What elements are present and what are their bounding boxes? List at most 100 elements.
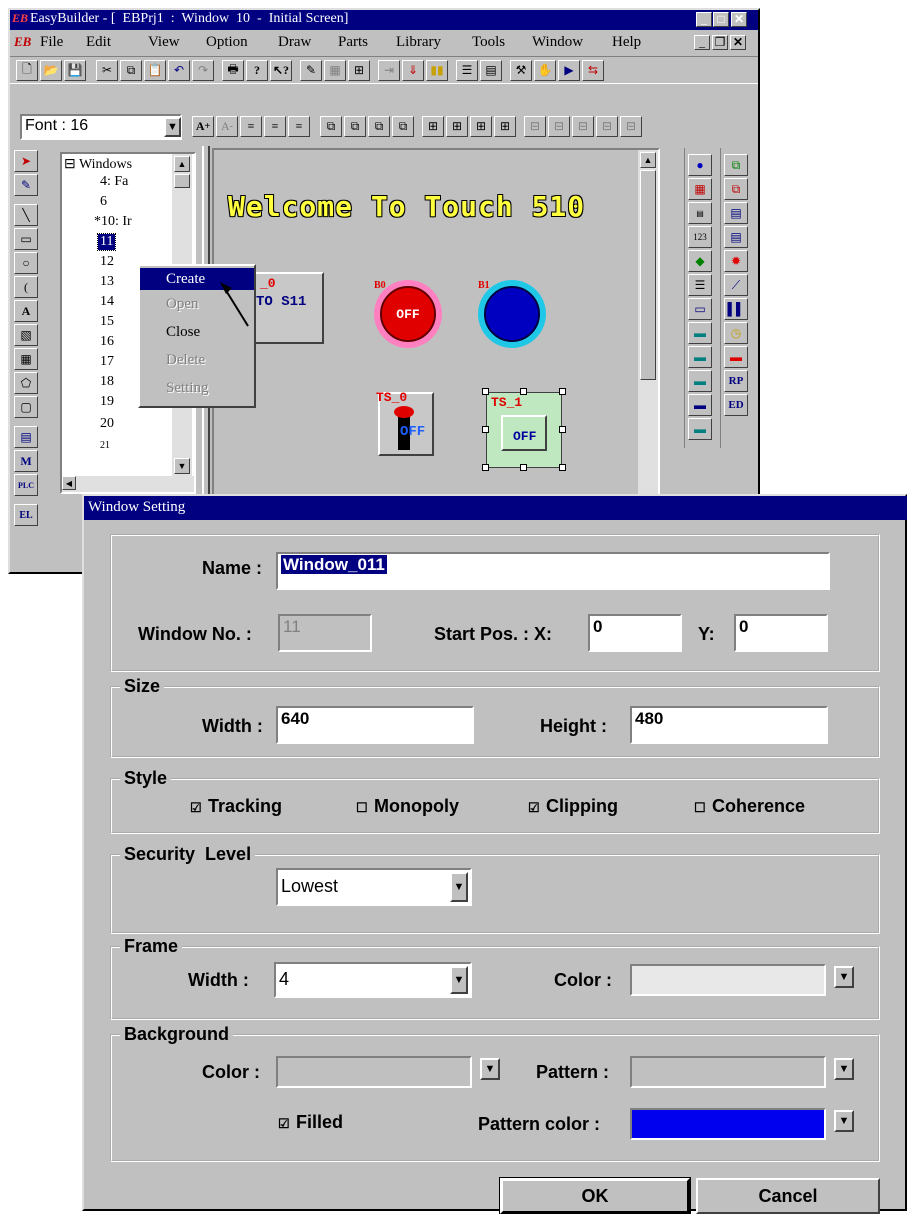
menu-help[interactable]: Help (612, 34, 641, 51)
size-icon[interactable]: ⊟ (572, 116, 594, 137)
clipping-checkbox[interactable]: ☑ Clipping (528, 796, 618, 817)
menu-edit[interactable]: Edit (86, 34, 111, 51)
font-select[interactable]: Font : 16 (20, 114, 182, 140)
minimize-button[interactable]: _ (696, 12, 712, 27)
menu-file[interactable]: File (40, 34, 63, 51)
doc-close-button[interactable]: ✕ (730, 35, 746, 50)
pattern-color-dropdown-button[interactable]: ▼ (834, 1110, 854, 1132)
goto-button[interactable]: _0 TO S11 (254, 272, 324, 344)
tree-item[interactable]: 6 (100, 194, 107, 210)
selection-handle[interactable] (559, 426, 566, 433)
merge-icon[interactable]: ⊞ (470, 116, 492, 137)
backward-icon[interactable]: ⧉ (392, 116, 414, 137)
send-back-icon[interactable]: ⧉ (344, 116, 366, 137)
bit-lamp-1[interactable]: B1 (478, 280, 546, 348)
pencil-icon[interactable]: ✎ (300, 60, 322, 81)
maximize-button[interactable]: □ (713, 12, 729, 27)
selection-handle[interactable] (482, 426, 489, 433)
cancel-button[interactable]: Cancel (696, 1178, 880, 1214)
numeric-input-icon[interactable]: 123 (688, 226, 712, 248)
height-field[interactable]: 480 (630, 706, 828, 744)
function-key-icon[interactable]: ▤ (724, 202, 748, 224)
library-icon[interactable]: ▮▮ (426, 60, 448, 81)
context-help-icon[interactable]: ↖? (270, 60, 292, 81)
compile-icon[interactable]: ⇥ (378, 60, 400, 81)
selection-handle[interactable] (559, 464, 566, 471)
word-lamp-icon[interactable]: ▦ (688, 178, 712, 200)
hammer-icon[interactable]: ⚒ (510, 60, 532, 81)
bar-graph-icon[interactable]: ▌▌ (724, 298, 748, 320)
grid-icon[interactable]: ▦ (324, 60, 346, 81)
context-item-setting[interactable]: Setting (140, 380, 254, 397)
xy-plot-icon[interactable]: ⟋ (724, 274, 748, 296)
tool-icon[interactable]: ✎ (14, 174, 38, 196)
same-height-icon[interactable]: ⊟ (620, 116, 642, 137)
coherence-checkbox[interactable]: ☐ Coherence (694, 796, 805, 817)
font-shrink-icon[interactable]: A- (216, 116, 238, 137)
forward-icon[interactable]: ⧉ (368, 116, 390, 137)
filled-checkbox[interactable]: ☑ Filled (278, 1112, 343, 1133)
tree-item[interactable]: 14 (100, 294, 114, 310)
alarm-bar-icon[interactable]: ▬ (688, 418, 712, 440)
new-icon[interactable]: 🗋 (16, 60, 38, 81)
close-button[interactable]: ✕ (731, 12, 747, 27)
security-dropdown-button[interactable]: ▼ (450, 872, 468, 902)
simulate-icon[interactable]: ▶ (558, 60, 580, 81)
menu-view[interactable]: View (148, 34, 180, 51)
ok-button[interactable]: OK (499, 1177, 691, 1214)
tree-item[interactable]: 16 (100, 334, 114, 350)
bar-icon[interactable]: ▬ (688, 370, 712, 392)
circle-icon[interactable]: ○ (14, 252, 38, 274)
rp-icon[interactable]: RP (724, 370, 748, 392)
cut-icon[interactable]: ✂ (96, 60, 118, 81)
tree-item[interactable]: 15 (100, 314, 114, 330)
menu-option[interactable]: Option (206, 34, 248, 51)
pointer-icon[interactable]: ➤ (14, 150, 38, 172)
rectangle-icon[interactable]: ▭ (14, 228, 38, 250)
security-select[interactable]: Lowest (276, 868, 472, 906)
pattern-color-swatch[interactable] (630, 1108, 826, 1140)
tracking-checkbox[interactable]: ☑ Tracking (190, 796, 282, 817)
memo-icon[interactable]: ▤ (14, 426, 38, 448)
align-right-icon[interactable]: ≡ (288, 116, 310, 137)
bring-front-icon[interactable]: ⧉ (320, 116, 342, 137)
monopoly-checkbox[interactable]: ☐ Monopoly (356, 796, 459, 817)
undo-icon[interactable]: ↶ (168, 60, 190, 81)
copy-icon[interactable]: ⧉ (120, 60, 142, 81)
distribute-icon[interactable]: ⊟ (524, 116, 546, 137)
menu-draw[interactable]: Draw (278, 34, 311, 51)
text-icon[interactable]: A (14, 300, 38, 322)
tree-hscrollbar[interactable]: ◀ (62, 476, 194, 492)
scroll-up-icon[interactable]: ▲ (174, 156, 190, 172)
download-icon[interactable]: ⇓ (402, 60, 424, 81)
selection-handle[interactable] (520, 388, 527, 395)
selection-handle[interactable] (482, 464, 489, 471)
list-icon[interactable]: ☰ (456, 60, 478, 81)
set-word-icon[interactable]: ⧉ (724, 178, 748, 200)
doc-restore-button[interactable]: ❐ (712, 35, 728, 50)
scale-icon[interactable]: ▧ (14, 324, 38, 346)
frame-color-dropdown-button[interactable]: ▼ (834, 966, 854, 988)
save-icon[interactable]: 💾 (64, 60, 86, 81)
bit-display-icon[interactable]: ▬ (724, 346, 748, 368)
canvas-scroll-thumb[interactable] (640, 170, 656, 380)
split-icon[interactable]: ⊞ (494, 116, 516, 137)
font-dropdown-button[interactable]: ▼ (164, 117, 181, 137)
ed-icon[interactable]: ED (724, 394, 748, 416)
align-left-icon[interactable]: ≡ (240, 116, 262, 137)
redo-icon[interactable]: ↷ (192, 60, 214, 81)
start-x-field[interactable]: 0 (588, 614, 682, 652)
tree-item[interactable]: 4: Fa (100, 174, 128, 190)
set-bit-icon[interactable]: ⧉ (724, 154, 748, 176)
same-width-icon[interactable]: ⊟ (596, 116, 618, 137)
paste-icon[interactable]: 📋 (144, 60, 166, 81)
frame-width-select[interactable]: 4 (274, 962, 472, 998)
frame-width-dropdown-button[interactable]: ▼ (450, 966, 468, 994)
scroll-bar-icon[interactable]: ▭ (688, 298, 712, 320)
tree-item[interactable]: 20 (100, 416, 114, 432)
tree-item[interactable]: 18 (100, 374, 114, 390)
menu-tools[interactable]: Tools (472, 34, 505, 51)
table-icon[interactable]: ▤ (480, 60, 502, 81)
design-canvas[interactable]: Welcome To Touch 510 _0 TO S11 OFF B0 B1… (212, 148, 660, 498)
canvas-scroll-up-icon[interactable]: ▲ (640, 152, 656, 168)
